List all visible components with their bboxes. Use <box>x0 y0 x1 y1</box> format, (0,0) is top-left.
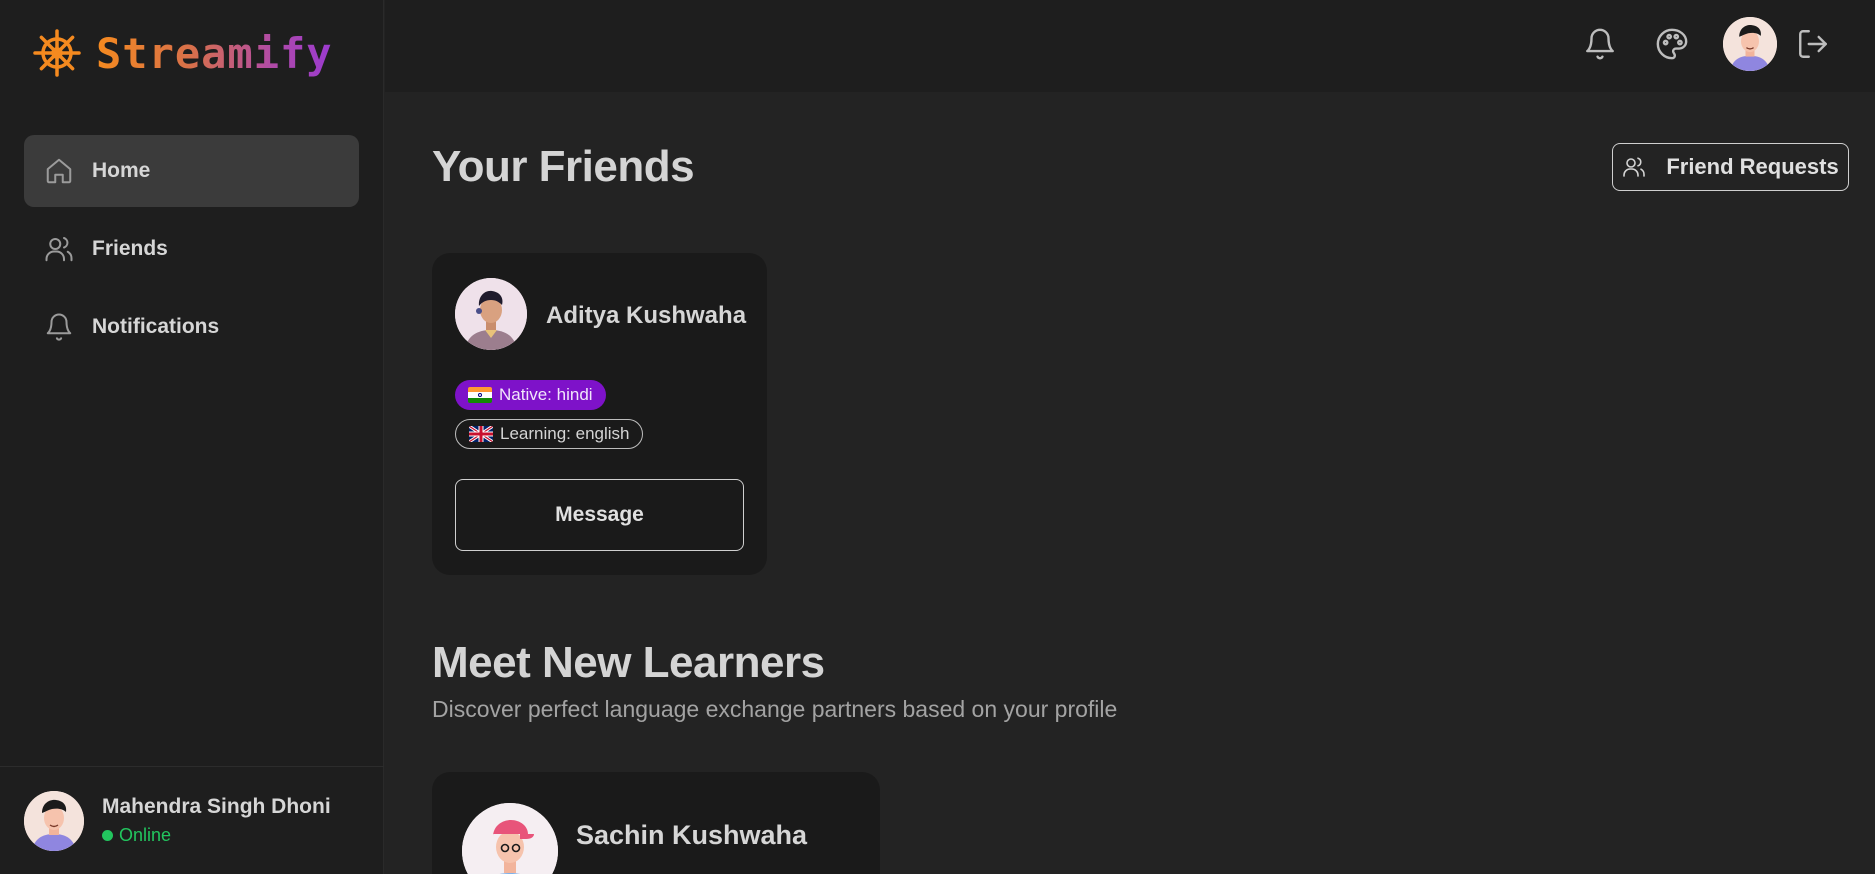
native-language-badge: Native: hindi <box>455 380 606 410</box>
bell-icon <box>46 313 72 341</box>
learning-language-label: Learning: english <box>500 424 630 443</box>
avatar-illustration <box>455 278 527 350</box>
friend-requests-button[interactable]: Friend Requests <box>1612 143 1849 191</box>
users-icon <box>1623 157 1646 177</box>
brand[interactable]: Streamify <box>32 28 333 78</box>
avatar-illustration <box>462 803 558 874</box>
current-user-name: Mahendra Singh Dhoni <box>102 795 331 818</box>
palette-icon <box>1656 28 1688 60</box>
status-badge: Online <box>102 825 331 846</box>
uk-flag-icon <box>469 426 493 442</box>
bell-icon <box>1586 28 1614 60</box>
section-title: Meet New Learners <box>432 638 825 687</box>
logout-button[interactable] <box>1791 22 1835 66</box>
india-flag-icon <box>468 387 492 403</box>
notifications-button[interactable] <box>1578 22 1622 66</box>
sidebar-item-label: Home <box>92 159 151 182</box>
learner-name: Sachin Kushwaha <box>576 820 808 850</box>
section-subtitle: Discover perfect language exchange partn… <box>432 696 1118 722</box>
sidebar-item-friends[interactable]: Friends <box>24 213 359 285</box>
learner-card: Sachin Kushwaha <box>432 772 880 874</box>
page-title: Your Friends <box>432 142 695 191</box>
current-user: Mahendra Singh Dhoni Online <box>0 766 384 874</box>
avatar-illustration <box>1723 17 1777 71</box>
top-bar <box>385 0 1875 92</box>
friend-name: Aditya Kushwaha <box>546 302 747 329</box>
brand-name: Streamify <box>96 28 333 78</box>
sidebar-item-home[interactable]: Home <box>24 135 359 207</box>
avatar-illustration <box>24 790 84 851</box>
avatar <box>455 278 527 350</box>
friend-requests-label: Friend Requests <box>1666 154 1839 179</box>
avatar[interactable] <box>24 790 84 851</box>
learning-language-badge: Learning: english <box>455 419 644 449</box>
message-button[interactable]: Message <box>455 479 744 551</box>
sidebar: Streamify Home Friends Notifications Mah… <box>0 0 384 874</box>
sidebar-item-label: Friends <box>92 237 168 260</box>
sidebar-item-notifications[interactable]: Notifications <box>24 291 359 363</box>
users-icon <box>45 237 73 262</box>
friend-card: Aditya Kushwaha Native: hindi Learning: … <box>432 253 767 575</box>
theme-button[interactable] <box>1650 22 1694 66</box>
sidebar-item-label: Notifications <box>92 315 220 338</box>
sidebar-nav: Home Friends Notifications <box>24 135 359 369</box>
home-icon <box>46 158 72 184</box>
avatar <box>462 803 558 874</box>
online-dot-icon <box>102 830 113 841</box>
native-language-label: Native: hindi <box>499 385 593 404</box>
uk-flag-graphic <box>469 426 493 442</box>
avatar[interactable] <box>1723 17 1777 71</box>
ship-wheel-icon <box>33 29 81 77</box>
logout-icon <box>1799 30 1827 58</box>
status-text: Online <box>119 825 172 845</box>
